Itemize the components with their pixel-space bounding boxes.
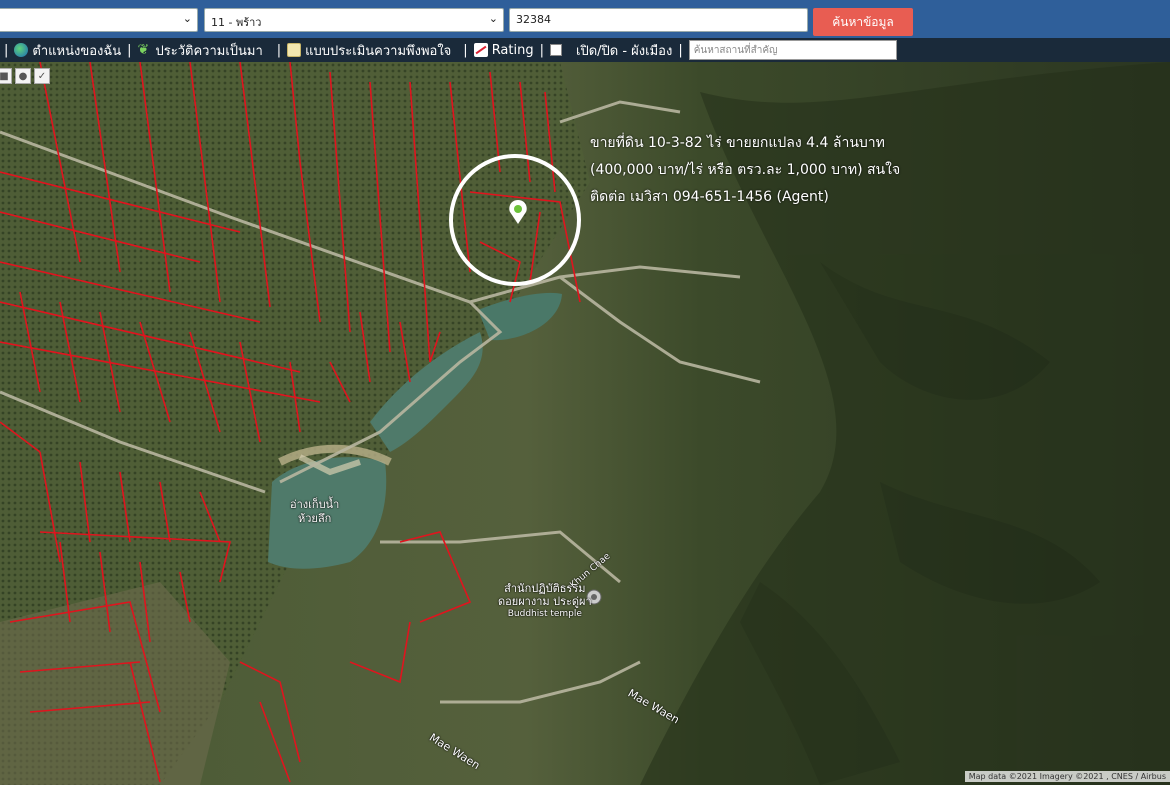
menu-survey[interactable]: แบบประเมินความพึงพอใจ: [287, 40, 451, 61]
reservoir-label-line: ห้วยลึก: [297, 512, 332, 525]
search-button[interactable]: ค้นหาข้อมูล: [813, 8, 913, 36]
menu-separator: |: [463, 42, 468, 58]
note-icon: [287, 43, 302, 57]
menu-zoning-toggle[interactable]: เปิด/ปิด - ผังเมือง: [550, 40, 672, 61]
zoning-checkbox[interactable]: [550, 44, 562, 56]
menu-history[interactable]: ❦ ประวัติความเป็นมา: [138, 40, 263, 61]
province-select[interactable]: ⌄: [0, 8, 198, 32]
menu-rating[interactable]: Rating: [473, 42, 534, 58]
sprout-icon: ❦: [137, 42, 150, 58]
menu-survey-label: แบบประเมินความพึงพอใจ: [305, 43, 452, 59]
circle-draw-icon[interactable]: ●: [15, 68, 31, 84]
annotation-line: (400,000 บาท/ไร่ หรือ ตรว.ละ 1,000 บาท) …: [590, 162, 901, 178]
menu-my-location-label: ตำแหน่งของฉัน: [32, 43, 122, 59]
menu-history-label: ประวัติความเป็นมา: [155, 43, 263, 59]
reservoir-label-line: อ่างเก็บน้ำ: [290, 498, 340, 511]
menu-bar: | ตำแหน่งของฉัน | ❦ ประวัติความเป็นมา | …: [0, 38, 1170, 62]
polyline-draw-icon[interactable]: ✓: [34, 68, 50, 84]
square-draw-icon[interactable]: ■: [0, 68, 12, 84]
district-select-value: 11 - พร้าว: [211, 16, 262, 29]
temple-name-line: ดอยผางาม ประดู่ผา: [498, 595, 592, 608]
sale-annotation: ขายที่ดิน 10-3-82 ไร่ ขายยกแปลง 4.4 ล้าน…: [590, 130, 920, 211]
parcel-number-input[interactable]: 32384: [509, 8, 808, 32]
annotation-line: ขายที่ดิน 10-3-82 ไร่ ขายยกแปลง 4.4 ล้าน…: [590, 135, 885, 151]
map-attribution[interactable]: Map data ©2021 Imagery ©2021 , CNES / Ai…: [964, 771, 1170, 782]
annotation-line: ติดต่อ เมวิสา 094-651-1456 (Agent): [590, 189, 829, 205]
menu-zoning-label: เปิด/ปิด - ผังเมือง: [576, 43, 673, 59]
temple-type: Buddhist temple: [507, 609, 582, 619]
satellite-map[interactable]: [0, 62, 1170, 785]
menu-separator: |: [4, 42, 9, 58]
map-draw-tools: ■ ● ✓: [0, 68, 50, 84]
landmark-search-input[interactable]: ค้นหาสถานที่สำคัญ: [688, 40, 897, 60]
menu-separator: |: [276, 42, 282, 58]
menu-separator: |: [678, 42, 683, 58]
header-bar: ⌄ 11 - พร้าว ⌄ 32384 ค้นหาข้อมูล: [0, 0, 1170, 38]
chart-icon: [473, 43, 488, 57]
menu-rating-label: Rating: [491, 42, 534, 58]
chevron-down-icon: ⌄: [488, 12, 498, 25]
menu-separator: |: [539, 42, 544, 58]
chevron-down-icon: ⌄: [182, 12, 192, 25]
district-select[interactable]: 11 - พร้าว ⌄: [204, 8, 504, 32]
menu-separator: |: [127, 42, 132, 58]
menu-my-location[interactable]: ตำแหน่งของฉัน: [14, 40, 121, 61]
globe-icon: [14, 43, 29, 57]
reservoir-label: อ่างเก็บน้ำ ห้วยลึก: [290, 498, 339, 526]
